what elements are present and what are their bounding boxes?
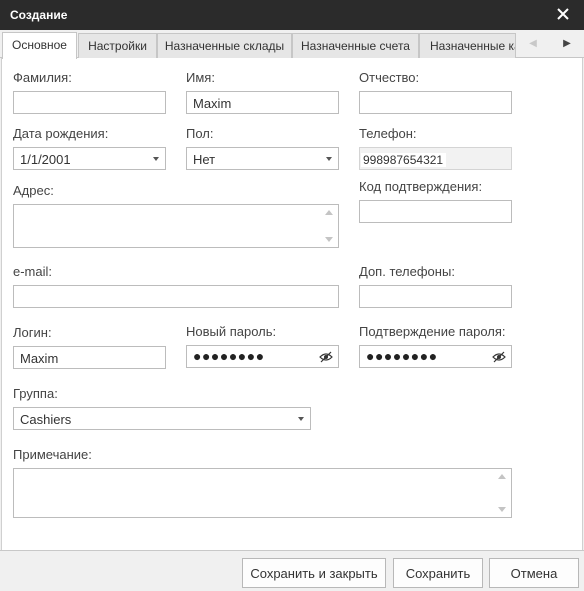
group-label: Группа: <box>13 386 58 401</box>
eye-icon[interactable] <box>492 351 506 363</box>
tab-prev-icon[interactable]: ◀ <box>526 38 540 52</box>
title-bar: Создание <box>0 0 584 30</box>
confirm-password-label: Подтверждение пароля: <box>359 324 506 339</box>
confirmation-code-label: Код подтверждения: <box>359 179 483 194</box>
birth-date-value: 1/1/2001 <box>20 152 71 167</box>
address-label: Адрес: <box>13 183 54 198</box>
new-password-label: Новый пароль: <box>186 324 277 339</box>
group-select[interactable]: Cashiers <box>13 407 311 430</box>
first-name-label: Имя: <box>186 70 215 85</box>
chevron-down-icon[interactable] <box>298 417 304 421</box>
scroll-up-icon[interactable] <box>498 474 506 479</box>
tab-bar: Основное Настройки Назначенные склады На… <box>0 30 584 59</box>
extra-phones-label: Доп. телефоны: <box>359 264 455 279</box>
confirmation-code-input[interactable] <box>359 200 512 223</box>
last-name-input[interactable] <box>13 91 166 114</box>
address-textarea[interactable] <box>13 204 339 248</box>
email-input[interactable] <box>13 285 339 308</box>
chevron-down-icon[interactable] <box>326 157 332 161</box>
note-label: Примечание: <box>13 447 92 462</box>
birth-date-picker[interactable]: 1/1/2001 <box>13 147 166 170</box>
gender-select[interactable]: Нет <box>186 147 339 170</box>
phone-value: 998987654321 <box>361 153 447 167</box>
middle-name-input[interactable] <box>359 91 512 114</box>
dialog-footer: Сохранить и закрыть Сохранить Отмена <box>0 550 584 591</box>
form-panel: Фамилия: Имя: Maxim Отчество: Дата рожде… <box>1 58 583 550</box>
tab-general[interactable]: Основное <box>2 32 77 59</box>
chevron-down-icon[interactable] <box>153 157 159 161</box>
new-password-input[interactable]: ●●●●●●●● <box>186 345 339 368</box>
cancel-button[interactable]: Отмена <box>489 558 579 588</box>
phone-input: 998987654321 <box>359 147 512 170</box>
first-name-input[interactable]: Maxim <box>186 91 339 114</box>
eye-icon[interactable] <box>319 351 333 363</box>
login-input[interactable]: Maxim <box>13 346 166 369</box>
confirm-password-value: ●●●●●●●● <box>366 348 438 364</box>
gender-value: Нет <box>193 152 216 167</box>
email-label: e-mail: <box>13 264 53 279</box>
tab-assigned-warehouses[interactable]: Назначенные склады <box>157 33 292 58</box>
new-password-value: ●●●●●●●● <box>193 348 265 364</box>
note-textarea[interactable] <box>13 468 512 518</box>
phone-label: Телефон: <box>359 126 417 141</box>
close-icon[interactable] <box>556 6 570 22</box>
extra-phones-input[interactable] <box>359 285 512 308</box>
scroll-down-icon[interactable] <box>498 507 506 512</box>
gender-label: Пол: <box>186 126 214 141</box>
tab-assigned-accounts[interactable]: Назначенные счета <box>292 33 419 58</box>
tab-assigned-cash-registers[interactable]: Назначенные ка <box>419 33 516 58</box>
scroll-up-icon[interactable] <box>325 210 333 215</box>
scroll-down-icon[interactable] <box>325 237 333 242</box>
middle-name-label: Отчество: <box>359 70 420 85</box>
birth-date-label: Дата рождения: <box>13 126 109 141</box>
last-name-label: Фамилия: <box>13 70 72 85</box>
save-button[interactable]: Сохранить <box>393 558 483 588</box>
login-label: Логин: <box>13 325 52 340</box>
tab-settings[interactable]: Настройки <box>78 33 157 58</box>
save-and-close-button[interactable]: Сохранить и закрыть <box>242 558 386 588</box>
window-title: Создание <box>10 8 68 22</box>
tab-next-icon[interactable]: ▶ <box>560 38 574 52</box>
confirm-password-input[interactable]: ●●●●●●●● <box>359 345 512 368</box>
group-value: Cashiers <box>20 412 72 427</box>
